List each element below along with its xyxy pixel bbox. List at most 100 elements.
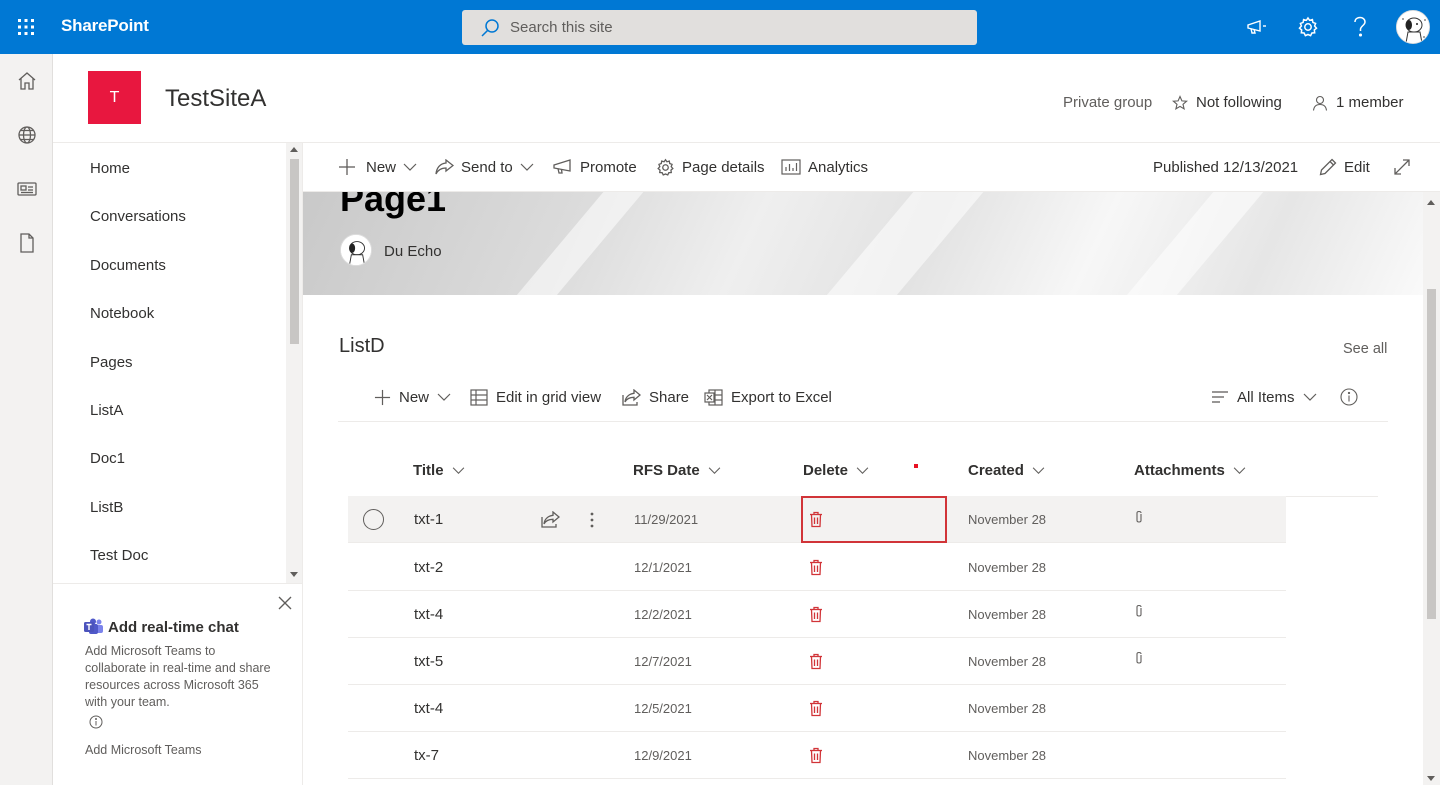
- close-icon[interactable]: [275, 593, 295, 613]
- view-label: All Items: [1237, 388, 1295, 406]
- add-teams-link[interactable]: Add Microsoft Teams: [85, 743, 201, 757]
- sharepoint-brand-link[interactable]: SharePoint: [61, 16, 149, 36]
- nav-scroll-thumb[interactable]: [290, 159, 299, 344]
- analytics-button[interactable]: Analytics: [781, 143, 868, 191]
- site-logo[interactable]: T: [88, 71, 141, 124]
- site-title[interactable]: TestSiteA: [165, 85, 266, 113]
- delete-trash-icon[interactable]: [809, 544, 823, 591]
- info-icon[interactable]: [1340, 374, 1358, 420]
- scroll-up-icon[interactable]: [290, 147, 298, 152]
- page-title-banner: Page1 Du Echo: [303, 192, 1423, 295]
- page-scrollbar[interactable]: [1423, 192, 1440, 785]
- column-header-delete[interactable]: Delete: [803, 462, 869, 479]
- account-avatar[interactable]: [1396, 10, 1430, 44]
- delete-trash-icon[interactable]: [809, 591, 823, 638]
- news-icon[interactable]: [0, 162, 53, 216]
- plus-icon: [374, 389, 391, 406]
- share-list-button[interactable]: Share: [622, 374, 689, 420]
- column-header-attachments[interactable]: Attachments: [1134, 462, 1246, 479]
- share-icon: [622, 388, 641, 406]
- nav-item-pages[interactable]: Pages: [90, 354, 133, 371]
- banner-decoration: [795, 192, 1001, 295]
- table-row[interactable]: txt-5 12/7/2021 November 28: [348, 638, 1286, 685]
- nav-item-notebook[interactable]: Notebook: [90, 305, 154, 322]
- home-icon[interactable]: [0, 54, 53, 108]
- table-row[interactable]: txt-4 12/2/2021 November 28: [348, 591, 1286, 638]
- megaphone-icon[interactable]: [1242, 13, 1270, 41]
- nav-item-home[interactable]: Home: [90, 160, 130, 177]
- pencil-icon: [1319, 158, 1337, 176]
- promo-title: Add real-time chat: [108, 619, 239, 636]
- page-details-label: Page details: [682, 158, 765, 176]
- page-scroll-thumb[interactable]: [1427, 289, 1436, 619]
- edit-page-button[interactable]: Edit: [1319, 143, 1370, 191]
- edit-grid-view-button[interactable]: Edit in grid view: [470, 374, 601, 420]
- send-to-label: Send to: [461, 158, 513, 176]
- promote-label: Promote: [580, 158, 637, 176]
- send-to-button[interactable]: Send to: [435, 143, 534, 191]
- cell-title[interactable]: txt-4: [414, 685, 443, 732]
- column-header-title[interactable]: Title: [413, 462, 465, 479]
- globe-icon[interactable]: [0, 108, 53, 162]
- new-page-button[interactable]: New: [338, 143, 417, 191]
- table-row[interactable]: txt-2 12/1/2021 November 28: [348, 544, 1286, 591]
- author-avatar[interactable]: [340, 234, 372, 266]
- export-excel-button[interactable]: Export to Excel: [704, 374, 832, 420]
- members-label: 1 member: [1336, 94, 1404, 111]
- scroll-up-icon[interactable]: [1427, 200, 1435, 205]
- chevron-down-icon: [520, 162, 534, 172]
- list-title[interactable]: ListD: [339, 335, 385, 358]
- delete-trash-icon[interactable]: [809, 732, 823, 779]
- table-row[interactable]: txt-4 12/5/2021 November 28: [348, 685, 1286, 732]
- delete-trash-icon[interactable]: [809, 685, 823, 732]
- nav-scrollbar[interactable]: [286, 143, 302, 583]
- share-icon[interactable]: [541, 496, 560, 543]
- chevron-down-icon: [1233, 466, 1246, 475]
- cell-title[interactable]: txt-1: [414, 496, 443, 543]
- app-launcher-icon[interactable]: [0, 0, 52, 54]
- nav-item-lista[interactable]: ListA: [90, 402, 123, 419]
- teams-promo-panel: Add real-time chat Add Microsoft Teams t…: [53, 583, 303, 785]
- site-search-box[interactable]: [462, 10, 977, 45]
- cell-title[interactable]: txt-2: [414, 544, 443, 591]
- cell-created: November 28: [968, 607, 1047, 622]
- nav-item-listb[interactable]: ListB: [90, 499, 123, 516]
- info-icon[interactable]: [89, 715, 103, 729]
- see-all-link[interactable]: See all: [1343, 341, 1387, 357]
- expand-icon[interactable]: [1393, 143, 1411, 191]
- scroll-down-icon[interactable]: [1427, 776, 1435, 781]
- cell-title[interactable]: txt-5: [414, 638, 443, 685]
- column-header-rfs-date[interactable]: RFS Date: [633, 462, 721, 479]
- cell-rfs-date: 12/1/2021: [634, 560, 692, 575]
- nav-item-conversations[interactable]: Conversations: [90, 208, 186, 225]
- more-options-icon[interactable]: [589, 496, 595, 543]
- follow-button[interactable]: Not following: [1172, 94, 1282, 111]
- author-name[interactable]: Du Echo: [384, 243, 442, 260]
- promote-button[interactable]: Promote: [553, 143, 637, 191]
- scroll-down-icon[interactable]: [290, 572, 298, 577]
- table-row[interactable]: tx-7 12/9/2021 November 28: [348, 732, 1286, 779]
- document-icon[interactable]: [0, 216, 53, 270]
- cell-title[interactable]: tx-7: [414, 732, 439, 779]
- cell-rfs-date: 12/7/2021: [634, 654, 692, 669]
- nav-item-doc1[interactable]: Doc1: [90, 450, 125, 467]
- help-icon[interactable]: [1346, 13, 1374, 41]
- members-button[interactable]: 1 member: [1312, 94, 1404, 111]
- new-item-button[interactable]: New: [374, 374, 451, 420]
- page-details-button[interactable]: Page details: [656, 143, 765, 191]
- settings-gear-icon[interactable]: [1294, 13, 1322, 41]
- megaphone-icon: [553, 159, 573, 175]
- nav-item-test-doc[interactable]: Test Doc: [90, 547, 148, 564]
- published-status: Published 12/13/2021: [1153, 143, 1298, 191]
- delete-trash-icon[interactable]: [809, 638, 823, 685]
- column-header-created[interactable]: Created: [968, 462, 1045, 479]
- chevron-down-icon: [1032, 466, 1045, 475]
- view-selector[interactable]: All Items: [1211, 374, 1317, 420]
- new-item-label: New: [399, 388, 430, 406]
- nav-item-documents[interactable]: Documents: [90, 257, 166, 274]
- column-delete-label: Delete: [803, 462, 849, 479]
- search-input[interactable]: [510, 19, 910, 36]
- cell-title[interactable]: txt-4: [414, 591, 443, 638]
- export-label: Export to Excel: [731, 388, 832, 406]
- row-select-radio[interactable]: [363, 509, 384, 530]
